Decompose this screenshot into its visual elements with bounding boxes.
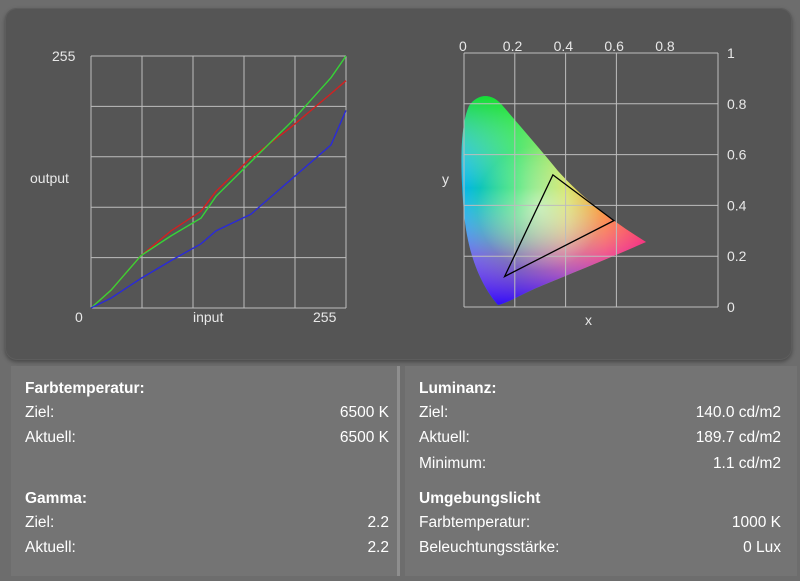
umgebungslicht-farbtemperatur-row: Farbtemperatur: 1000 K xyxy=(419,514,781,536)
farbtemperatur-aktuell-row: Aktuell: 6500 K xyxy=(25,429,389,451)
gamma-ziel-row: Ziel: 2.2 xyxy=(25,514,389,536)
cie-diagram xyxy=(461,96,646,305)
info-panel: Farbtemperatur: Ziel: 6500 K Aktuell: 65… xyxy=(5,366,797,578)
row-value: 6500 K xyxy=(339,429,389,446)
row-value: 2.2 xyxy=(367,539,389,556)
cie-right-tick-label: 0.2 xyxy=(727,248,747,264)
row-value: 140.0 cd/m2 xyxy=(695,404,781,421)
cie-top-tick-label: 0 xyxy=(459,38,467,54)
farbtemperatur-title: Farbtemperatur: xyxy=(25,380,145,397)
cie-right-tick-label: 1 xyxy=(727,45,735,61)
row-value: 2.2 xyxy=(367,514,389,531)
row-label: Beleuchtungsstärke: xyxy=(419,539,560,556)
umgebungslicht-title: Umgebungslicht xyxy=(419,490,541,507)
row-value: 189.7 cd/m2 xyxy=(695,429,781,446)
curve-x-axis-label: input xyxy=(193,309,223,325)
curve-y-axis-label: output xyxy=(30,170,69,186)
row-label: Ziel: xyxy=(419,404,449,421)
right-info-column: Luminanz: Ziel: 140.0 cd/m2 Aktuell: 189… xyxy=(405,366,797,576)
row-value: 1000 K xyxy=(731,514,781,531)
curve-y-max-label: 255 xyxy=(52,48,76,64)
left-info-column: Farbtemperatur: Ziel: 6500 K Aktuell: 65… xyxy=(11,366,400,576)
luminanz-ziel-row: Ziel: 140.0 cd/m2 xyxy=(419,404,781,426)
curve-x-min-label: 0 xyxy=(75,309,83,325)
row-value: 1.1 cd/m2 xyxy=(712,455,781,472)
row-label: Aktuell: xyxy=(25,429,76,446)
curve-chart-lines xyxy=(90,55,347,309)
cie-x-axis-label: x xyxy=(585,312,592,328)
green-curve xyxy=(90,55,347,309)
cie-top-tick-label: 0.4 xyxy=(554,38,574,54)
cie-right-tick-label: 0.8 xyxy=(727,96,747,112)
blue-curve xyxy=(90,110,347,309)
charts-panel: 255 output 0 input 255 0 0.2 0.4 0.6 0.8 1 0.8… xyxy=(5,8,792,360)
luminanz-minimum-row: Minimum: 1.1 cd/m2 xyxy=(419,455,781,477)
cie-right-tick-label: 0 xyxy=(727,299,735,315)
row-label: Aktuell: xyxy=(419,429,470,446)
row-label: Minimum: xyxy=(419,455,487,472)
row-value: 6500 K xyxy=(339,404,389,421)
cie-top-tick-label: 0.8 xyxy=(655,38,675,54)
cie-top-tick-label: 0.6 xyxy=(604,38,624,54)
luminanz-title: Luminanz: xyxy=(419,380,497,397)
gamma-title: Gamma: xyxy=(25,490,88,507)
row-label: Aktuell: xyxy=(25,539,76,556)
luminanz-aktuell-row: Aktuell: 189.7 cd/m2 xyxy=(419,429,781,451)
curve-x-max-label: 255 xyxy=(313,309,337,325)
umgebungslicht-beleuchtung-row: Beleuchtungsstärke: 0 Lux xyxy=(419,539,781,561)
row-label: Ziel: xyxy=(25,404,55,421)
cie-y-axis-label: y xyxy=(442,171,449,187)
row-label: Ziel: xyxy=(25,514,55,531)
row-value: 0 Lux xyxy=(743,539,781,556)
charts-svg: 255 output 0 input 255 0 0.2 0.4 0.6 0.8 1 0.8… xyxy=(30,38,747,328)
cie-right-tick-label: 0.6 xyxy=(727,147,747,163)
gamma-aktuell-row: Aktuell: 2.2 xyxy=(25,539,389,561)
cie-right-tick-label: 0.4 xyxy=(727,197,747,213)
row-label: Farbtemperatur: xyxy=(419,514,531,531)
farbtemperatur-ziel-row: Ziel: 6500 K xyxy=(25,404,389,426)
cie-top-tick-label: 0.2 xyxy=(503,38,523,54)
